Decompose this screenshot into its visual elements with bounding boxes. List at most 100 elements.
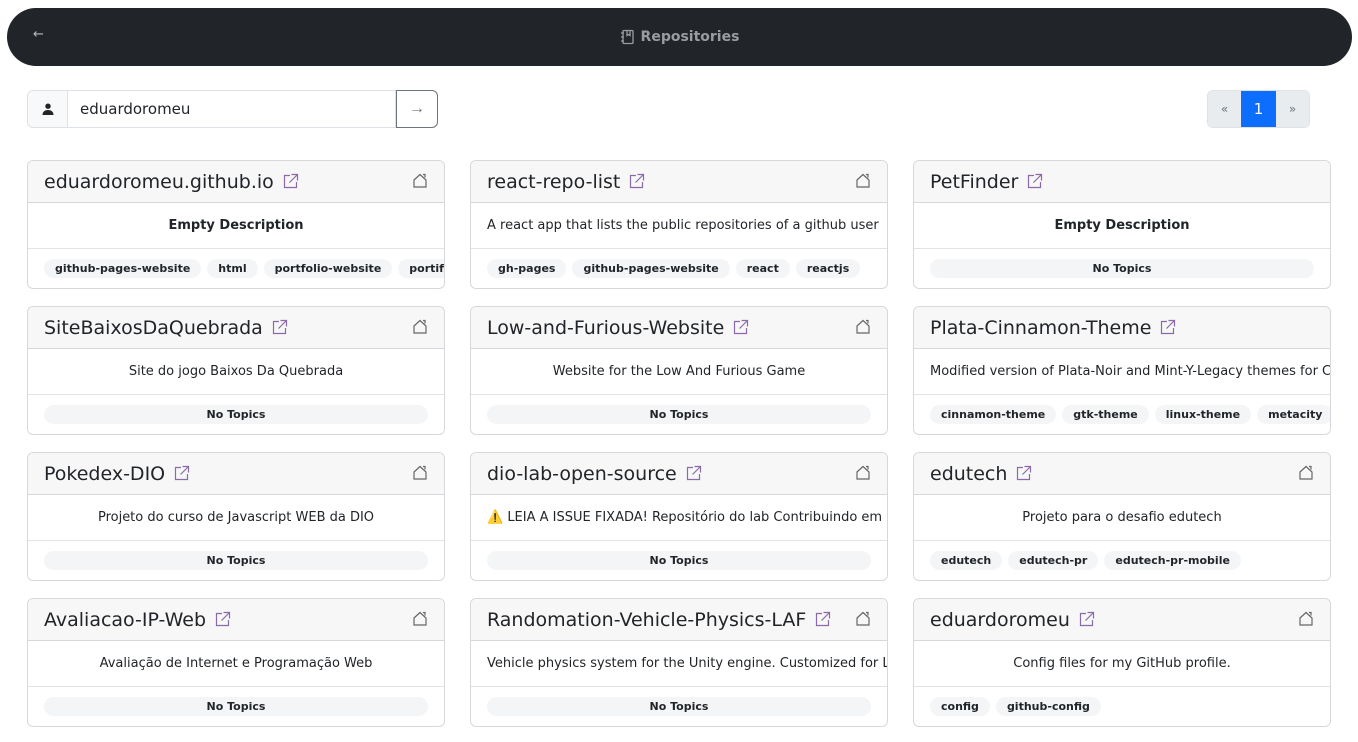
repo-description: Avaliação de Internet e Programação Web — [28, 641, 444, 687]
repo-topics: edutech edutech-pr edutech-pr-mobile — [914, 541, 1330, 580]
repo-topics: config github-config — [914, 687, 1330, 726]
repo-card: edutech Projeto para o desafio edutech edu… — [913, 452, 1331, 581]
repo-topics: No Topics — [28, 687, 444, 726]
repo-card: Avaliacao-IP-Web Avaliação de Internet e … — [27, 598, 445, 727]
homepage-icon[interactable] — [855, 173, 871, 192]
topic-tag[interactable]: edutech — [930, 551, 1003, 570]
repo-name-link[interactable]: eduardoromeu.github.io — [44, 171, 274, 193]
homepage-icon[interactable] — [855, 319, 871, 338]
topic-tag[interactable]: github-pages-website — [572, 259, 730, 278]
homepage-icon[interactable] — [855, 465, 871, 484]
repo-card: react-repo-list A react app that lists th… — [470, 160, 888, 289]
topic-tag[interactable]: metacity — [1257, 405, 1330, 424]
topic-tag[interactable]: github-config — [995, 697, 1101, 716]
topic-tag[interactable]: gtk-theme — [1062, 405, 1149, 424]
repo-name-link[interactable]: eduardoromeu — [930, 609, 1070, 631]
repo-card: Randomation-Vehicle-Physics-LAF Vehicle p… — [470, 598, 888, 727]
no-topics-badge: No Topics — [44, 697, 428, 716]
repo-topics: cinnamon-theme gtk-theme linux-theme metaci… — [914, 395, 1330, 434]
repo-name-link[interactable]: SiteBaixosDaQuebrada — [44, 317, 263, 339]
homepage-icon[interactable] — [1298, 611, 1314, 630]
homepage-icon[interactable] — [412, 319, 428, 338]
username-input[interactable] — [68, 90, 396, 128]
repo-card-header: SiteBaixosDaQuebrada — [28, 307, 444, 349]
repo-topics: github-pages-website html portfolio-websit… — [28, 249, 444, 288]
topic-tag[interactable]: config — [930, 697, 990, 716]
repo-card: PetFinder Empty Description No Topics — [913, 160, 1331, 289]
pagination-prev[interactable]: « — [1208, 91, 1241, 127]
external-link-icon[interactable] — [1159, 319, 1176, 336]
repo-name-link[interactable]: dio-lab-open-source — [487, 463, 677, 485]
repo-topics: gh-pages github-pages-website react reactjs — [471, 249, 887, 288]
pagination-page-1[interactable]: 1 — [1241, 91, 1276, 127]
external-link-icon[interactable] — [282, 173, 299, 190]
repo-topics: No Topics — [471, 541, 887, 580]
repo-name-link[interactable]: react-repo-list — [487, 171, 620, 193]
repo-description: Empty Description — [28, 203, 444, 249]
external-link-icon[interactable] — [814, 611, 831, 628]
repo-description: A react app that lists the public reposi… — [471, 203, 887, 249]
repo-topics: No Topics — [471, 395, 887, 434]
external-link-icon[interactable] — [173, 465, 190, 482]
homepage-icon[interactable] — [412, 173, 428, 192]
no-topics-badge: No Topics — [44, 551, 428, 570]
pagination: « 1 » — [1207, 90, 1310, 128]
repo-name-link[interactable]: Low-and-Furious-Website — [487, 317, 724, 339]
topic-tag[interactable]: react — [735, 259, 790, 278]
topic-tag[interactable]: gh-pages — [487, 259, 567, 278]
topic-tag[interactable]: portfolio-website — [263, 259, 393, 278]
topic-tag[interactable]: edutech-pr — [1008, 551, 1099, 570]
repo-description: Vehicle physics system for the Unity eng… — [471, 641, 887, 687]
top-navbar: ← Repositories — [7, 8, 1352, 66]
repo-description: Modified version of Plata-Noir and Mint-… — [914, 349, 1330, 395]
repo-card: Low-and-Furious-Website Website for the L… — [470, 306, 888, 435]
external-link-icon[interactable] — [1015, 465, 1032, 482]
page-title-text: Repositories — [640, 29, 740, 45]
repo-name-link[interactable]: Pokedex-DIO — [44, 463, 165, 485]
repo-name-link[interactable]: edutech — [930, 463, 1007, 485]
search-submit-button[interactable]: → — [396, 90, 438, 128]
repo-name-link[interactable]: Avaliacao-IP-Web — [44, 609, 206, 631]
repo-name-link[interactable]: PetFinder — [930, 171, 1018, 193]
repo-name-link[interactable]: Randomation-Vehicle-Physics-LAF — [487, 609, 806, 631]
topic-tag[interactable]: portifolio — [398, 259, 444, 278]
topic-tag[interactable]: html — [207, 259, 258, 278]
repo-card-header: eduardoromeu — [914, 599, 1330, 641]
person-icon — [27, 90, 68, 128]
external-link-icon[interactable] — [1078, 611, 1095, 628]
repo-description: Website for the Low And Furious Game — [471, 349, 887, 395]
username-search: → — [27, 90, 438, 128]
topic-tag[interactable]: linux-theme — [1154, 405, 1252, 424]
repo-name-link[interactable]: Plata-Cinnamon-Theme — [930, 317, 1151, 339]
repo-card-header: dio-lab-open-source — [471, 453, 887, 495]
external-link-icon[interactable] — [685, 465, 702, 482]
topic-tag[interactable]: github-pages-website — [44, 259, 202, 278]
external-link-icon[interactable] — [271, 319, 288, 336]
repo-card-header: Low-and-Furious-Website — [471, 307, 887, 349]
repo-card: Plata-Cinnamon-Theme Modified version of … — [913, 306, 1331, 435]
topic-tag[interactable]: reactjs — [795, 259, 861, 278]
repo-card: Pokedex-DIO Projeto do curso de Javascrip… — [27, 452, 445, 581]
topic-tag[interactable]: cinnamon-theme — [930, 405, 1057, 424]
homepage-icon[interactable] — [855, 611, 871, 630]
repo-card-header: Randomation-Vehicle-Physics-LAF — [471, 599, 887, 641]
repo-card: eduardoromeu.github.io Empty Description g… — [27, 160, 445, 289]
homepage-icon[interactable] — [412, 465, 428, 484]
repo-description: Empty Description — [914, 203, 1330, 249]
repo-description: Projeto para o desafio edutech — [914, 495, 1330, 541]
back-button[interactable]: ← — [33, 27, 44, 42]
repo-card-header: react-repo-list — [471, 161, 887, 203]
repo-card-header: Pokedex-DIO — [28, 453, 444, 495]
no-topics-badge: No Topics — [487, 697, 871, 716]
topic-tag[interactable]: edutech-pr-mobile — [1104, 551, 1241, 570]
no-topics-badge: No Topics — [930, 259, 1314, 278]
external-link-icon[interactable] — [628, 173, 645, 190]
homepage-icon[interactable] — [412, 611, 428, 630]
homepage-icon[interactable] — [1298, 465, 1314, 484]
pagination-next[interactable]: » — [1276, 91, 1309, 127]
external-link-icon[interactable] — [732, 319, 749, 336]
repo-grid: eduardoromeu.github.io Empty Description g… — [27, 160, 1331, 727]
external-link-icon[interactable] — [214, 611, 231, 628]
repo-card-header: PetFinder — [914, 161, 1330, 203]
external-link-icon[interactable] — [1026, 173, 1043, 190]
